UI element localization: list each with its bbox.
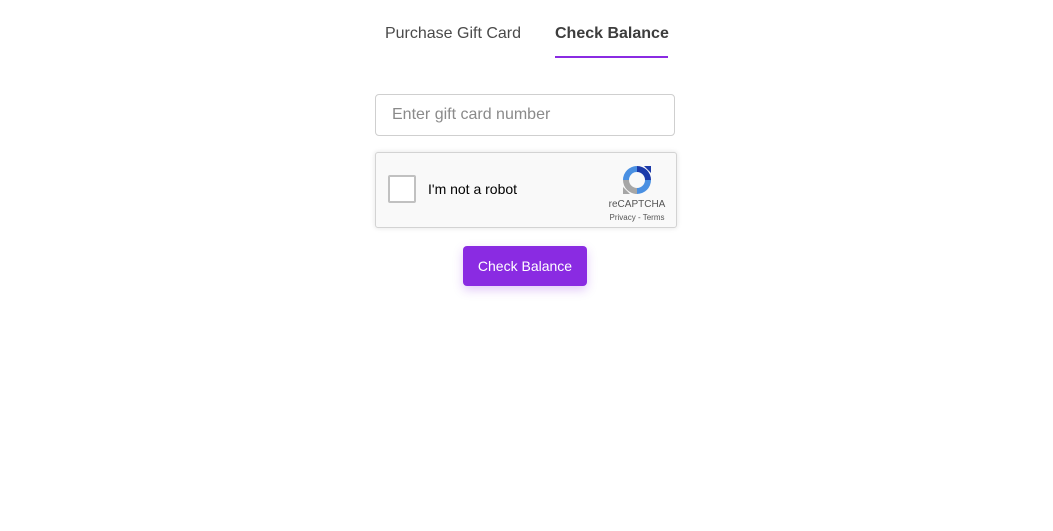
check-balance-button[interactable]: Check Balance (463, 246, 587, 286)
recaptcha-logo-icon (623, 166, 651, 194)
recaptcha-links: Privacy - Terms (600, 213, 674, 222)
recaptcha-label: I'm not a robot (428, 181, 518, 197)
recaptcha-link-separator: - (635, 213, 643, 222)
recaptcha-widget: I'm not a robot reCAPTCHA Privacy - Term… (375, 152, 677, 228)
gift-card-page: Purchase Gift Card Check Balance I'm not… (0, 0, 1053, 531)
recaptcha-brand: reCAPTCHA (608, 199, 666, 210)
recaptcha-checkbox[interactable] (388, 175, 416, 203)
recaptcha-terms-link[interactable]: Terms (643, 213, 665, 222)
gift-card-number-input[interactable] (375, 94, 675, 136)
tab-bar: Purchase Gift Card Check Balance (0, 14, 1053, 58)
recaptcha-privacy-link[interactable]: Privacy (610, 213, 636, 222)
tab-purchase-gift-card[interactable]: Purchase Gift Card (383, 14, 523, 58)
tab-check-balance[interactable]: Check Balance (555, 14, 669, 58)
